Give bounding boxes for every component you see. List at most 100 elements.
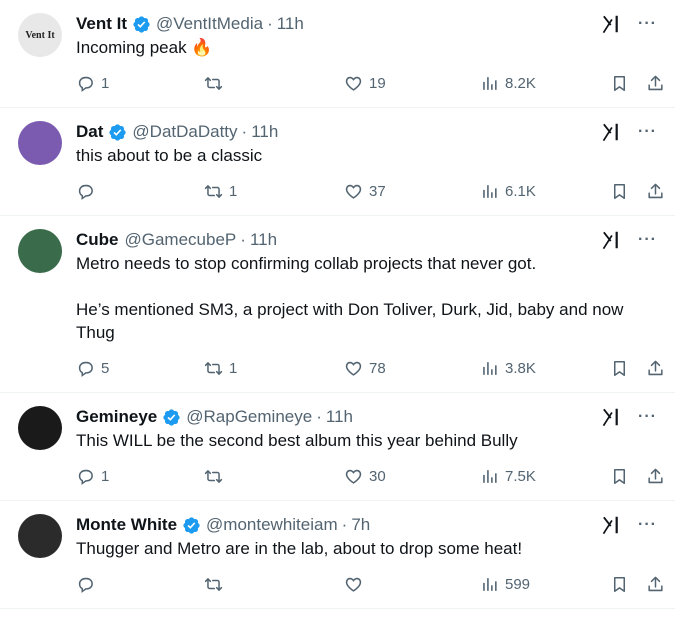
tweet-paragraph: Incoming peak 🔥 xyxy=(76,38,213,57)
bookmark-icon xyxy=(610,182,629,201)
verified-badge-icon xyxy=(108,123,127,142)
tweet[interactable]: Vent It Vent It @VentItMedia · 11h ··· Incomin… xyxy=(0,0,675,108)
views-button[interactable]: 7.5K xyxy=(480,467,536,486)
tweet[interactable]: Monte White @montewhiteiam · 7h ··· Thugger a… xyxy=(0,501,675,609)
avatar[interactable]: Vent It xyxy=(18,13,62,57)
author-handle[interactable]: @RapGemineye xyxy=(186,407,312,427)
reply-button[interactable] xyxy=(76,182,101,201)
author-name[interactable]: Monte White xyxy=(76,515,177,535)
reply-button[interactable]: 5 xyxy=(76,359,109,378)
more-icon[interactable]: ··· xyxy=(638,231,657,249)
author-handle[interactable]: @VentItMedia xyxy=(156,14,263,34)
more-icon[interactable]: ··· xyxy=(638,15,657,33)
views-icon xyxy=(480,575,499,594)
author-handle[interactable]: @montewhiteiam xyxy=(206,515,338,535)
tweet-actions: 1 30 7.5K xyxy=(76,452,663,500)
reply-icon xyxy=(76,359,95,378)
like-button[interactable]: 37 xyxy=(344,182,386,201)
tweet-text: Thugger and Metro are in the lab, about … xyxy=(76,537,661,560)
like-icon xyxy=(344,359,363,378)
retweet-button[interactable] xyxy=(204,74,229,93)
separator-dot: · xyxy=(341,515,348,534)
separator-dot: · xyxy=(316,407,322,426)
share-button[interactable] xyxy=(646,182,665,201)
separator-dot: · xyxy=(240,230,246,249)
avatar[interactable] xyxy=(18,406,62,450)
retweet-button-count: 1 xyxy=(229,182,238,200)
tweet-header-actions: ··· xyxy=(600,13,661,35)
tweet[interactable]: Dat @DatDaDatty · 11h ··· this about to be a … xyxy=(0,108,675,216)
bookmark-button[interactable] xyxy=(610,182,629,201)
reply-button[interactable] xyxy=(76,575,101,594)
tweet-actions: 1 19 8.2K xyxy=(76,59,663,107)
tweet-paragraph: This WILL be the second best album this … xyxy=(76,431,518,450)
bookmark-button[interactable] xyxy=(610,575,629,594)
retweet-button[interactable] xyxy=(204,575,229,594)
share-icon xyxy=(646,467,665,486)
views-button[interactable]: 6.1K xyxy=(480,182,536,201)
more-icon[interactable]: ··· xyxy=(638,408,657,426)
share-button[interactable] xyxy=(646,359,665,378)
avatar-label: Vent It xyxy=(25,29,55,41)
avatar[interactable] xyxy=(18,121,62,165)
bookmark-button[interactable] xyxy=(610,74,629,93)
retweet-button[interactable]: 1 xyxy=(204,359,237,378)
tweet[interactable]: Cube @GamecubeP · 11h ··· Metro needs to stop… xyxy=(0,216,675,393)
grok-icon[interactable] xyxy=(600,514,622,536)
tweet-time[interactable]: 11h xyxy=(326,407,353,427)
tweet-actions: 599 xyxy=(76,560,663,608)
bookmark-button[interactable] xyxy=(610,359,629,378)
views-button[interactable]: 3.8K xyxy=(480,359,536,378)
like-button[interactable]: 78 xyxy=(344,359,386,378)
views-button-count: 599 xyxy=(505,575,531,593)
views-button[interactable]: 599 xyxy=(480,575,530,594)
views-icon xyxy=(480,74,499,93)
tweet-header: Cube @GamecubeP · 11h ··· xyxy=(76,228,661,252)
bookmark-icon xyxy=(610,467,629,486)
bookmark-icon xyxy=(610,359,629,378)
like-button[interactable]: 19 xyxy=(344,74,386,93)
retweet-icon xyxy=(204,467,223,486)
verified-badge-icon xyxy=(162,408,181,427)
tweet-time[interactable]: 7h xyxy=(351,515,370,535)
tweet-time[interactable]: 11h xyxy=(277,14,304,34)
author-name[interactable]: Dat xyxy=(76,122,103,142)
grok-icon[interactable] xyxy=(600,406,622,428)
author-name[interactable]: Vent It xyxy=(76,14,127,34)
tweet-text: Metro needs to stop confirming collab pr… xyxy=(76,252,661,344)
views-button-count: 3.8K xyxy=(505,359,536,377)
grok-icon[interactable] xyxy=(600,121,622,143)
tweet-time[interactable]: 11h xyxy=(250,230,277,250)
like-button[interactable] xyxy=(344,575,369,594)
author-handle[interactable]: @DatDaDatty xyxy=(132,122,237,142)
tweet-text: Incoming peak 🔥 xyxy=(76,36,661,59)
author-handle[interactable]: @GamecubeP xyxy=(125,230,237,250)
share-button[interactable] xyxy=(646,575,665,594)
share-icon xyxy=(646,359,665,378)
reply-button[interactable]: 1 xyxy=(76,467,109,486)
bookmark-button[interactable] xyxy=(610,467,629,486)
share-button[interactable] xyxy=(646,467,665,486)
like-icon xyxy=(344,74,363,93)
reply-button[interactable]: 1 xyxy=(76,74,109,93)
more-icon[interactable]: ··· xyxy=(638,516,657,534)
separator-dot: · xyxy=(267,14,273,33)
avatar[interactable] xyxy=(18,229,62,273)
retweet-icon xyxy=(204,575,223,594)
retweet-button[interactable]: 1 xyxy=(204,182,237,201)
tweet-time[interactable]: 11h xyxy=(251,122,278,142)
grok-icon[interactable] xyxy=(600,229,622,251)
author-name[interactable]: Gemineye xyxy=(76,407,157,427)
author-name[interactable]: Cube xyxy=(76,230,119,250)
more-icon[interactable]: ··· xyxy=(638,123,657,141)
grok-icon[interactable] xyxy=(600,13,622,35)
avatar[interactable] xyxy=(18,514,62,558)
reply-icon xyxy=(76,575,95,594)
tweet-actions: 1 37 6.1K xyxy=(76,167,663,215)
views-button[interactable]: 8.2K xyxy=(480,74,536,93)
tweet[interactable]: Gemineye @RapGemineye · 11h ··· This WILL be … xyxy=(0,393,675,501)
share-button[interactable] xyxy=(646,74,665,93)
reply-button-count: 5 xyxy=(101,359,110,377)
like-button[interactable]: 30 xyxy=(344,467,386,486)
retweet-button[interactable] xyxy=(204,467,229,486)
